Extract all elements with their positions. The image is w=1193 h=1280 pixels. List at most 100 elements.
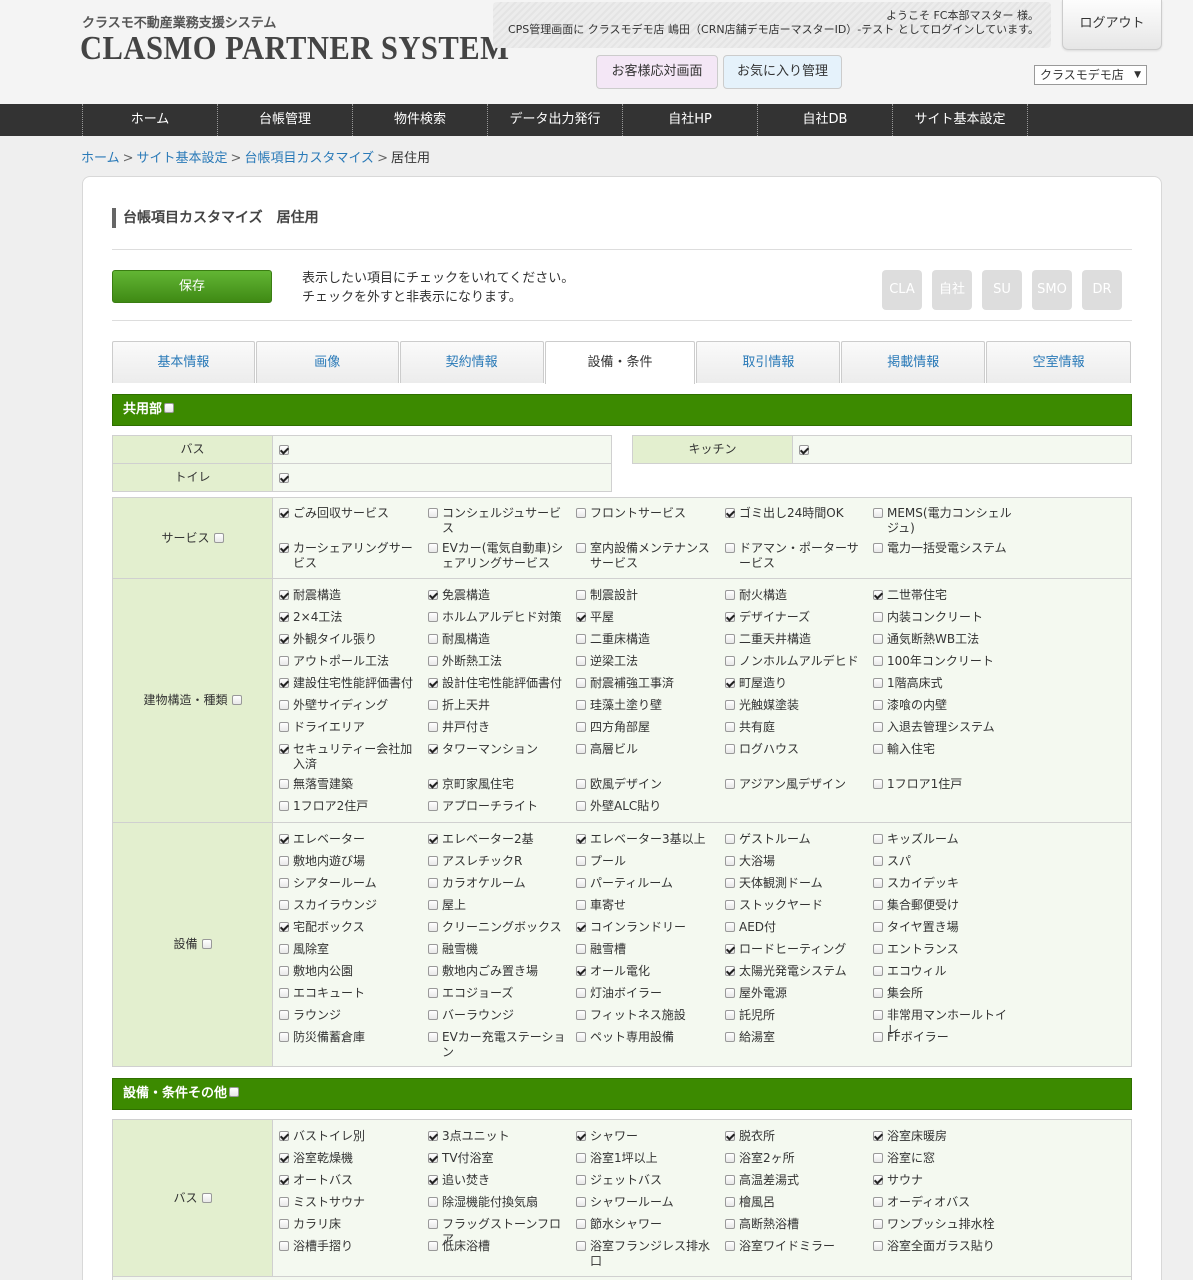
checkbox[interactable] bbox=[428, 1197, 438, 1207]
store-select[interactable]: クラスモデモ店 ▼ bbox=[1034, 65, 1147, 85]
checkbox[interactable] bbox=[725, 988, 735, 998]
checkbox-item[interactable]: エレベーター2基 bbox=[428, 832, 568, 847]
checkbox[interactable] bbox=[725, 744, 735, 754]
checkbox[interactable] bbox=[279, 656, 289, 666]
checkbox[interactable] bbox=[725, 878, 735, 888]
checkbox[interactable] bbox=[725, 634, 735, 644]
checkbox-item[interactable]: 追い焚き bbox=[428, 1173, 568, 1188]
checkbox-item[interactable]: 1階高床式 bbox=[873, 676, 1013, 691]
breadcrumb-link-customize[interactable]: 台帳項目カスタマイズ bbox=[244, 151, 374, 166]
checkbox[interactable] bbox=[873, 1010, 883, 1020]
checkbox[interactable] bbox=[428, 590, 438, 600]
checkbox[interactable] bbox=[873, 678, 883, 688]
checkbox[interactable] bbox=[279, 878, 289, 888]
checkbox[interactable] bbox=[576, 656, 586, 666]
checkbox-item[interactable]: 敷地内遊び場 bbox=[279, 854, 419, 869]
checkbox[interactable] bbox=[213, 532, 224, 543]
checkbox-item[interactable]: 耐火構造 bbox=[725, 588, 865, 603]
checkbox-item[interactable]: 1フロア1住戸 bbox=[873, 777, 1013, 792]
checkbox[interactable] bbox=[725, 612, 735, 622]
checkbox-item[interactable]: 無落雪建築 bbox=[279, 777, 419, 792]
checkbox-item[interactable]: 入退去管理システム bbox=[873, 720, 1013, 735]
checkbox[interactable] bbox=[576, 634, 586, 644]
checkbox[interactable] bbox=[576, 1219, 586, 1229]
checkbox[interactable] bbox=[428, 1175, 438, 1185]
logo[interactable]: CLASMO PARTNER SYSTEM bbox=[80, 30, 509, 68]
checkbox[interactable] bbox=[873, 1032, 883, 1042]
checkbox-item[interactable]: 町屋造り bbox=[725, 676, 865, 691]
checkbox[interactable] bbox=[725, 678, 735, 688]
checkbox[interactable] bbox=[428, 856, 438, 866]
checkbox-item[interactable]: カラオケルーム bbox=[428, 876, 568, 891]
checkbox-item[interactable]: 四方角部屋 bbox=[576, 720, 716, 735]
checkbox-item[interactable]: 100年コンクリート bbox=[873, 654, 1013, 669]
checkbox[interactable] bbox=[279, 744, 289, 754]
checkbox-item[interactable]: ノンホルムアルデヒド bbox=[725, 654, 865, 669]
site-toggle-button[interactable]: DR bbox=[1082, 270, 1122, 310]
logout-button[interactable]: ログアウト bbox=[1062, 0, 1162, 50]
checkbox-item[interactable]: 高層ビル bbox=[576, 742, 716, 757]
checkbox[interactable] bbox=[873, 856, 883, 866]
checkbox-item[interactable]: 1フロア2住戸 bbox=[279, 799, 419, 814]
checkbox-item[interactable]: ゴミ出し24時間OK bbox=[725, 506, 865, 521]
checkbox-item[interactable]: ドアマン・ポーターサービス bbox=[725, 541, 865, 571]
checkbox[interactable] bbox=[279, 834, 289, 844]
checkbox[interactable] bbox=[576, 922, 586, 932]
checkbox[interactable] bbox=[576, 700, 586, 710]
checkbox[interactable] bbox=[725, 1153, 735, 1163]
checkbox[interactable] bbox=[279, 922, 289, 932]
checkbox[interactable] bbox=[873, 966, 883, 976]
checkbox-item[interactable]: 漆喰の内壁 bbox=[873, 698, 1013, 713]
checkbox[interactable] bbox=[576, 944, 586, 954]
checkbox[interactable] bbox=[725, 543, 735, 553]
checkbox-item[interactable]: ペット専用設備 bbox=[576, 1030, 716, 1045]
checkbox[interactable] bbox=[873, 508, 883, 518]
checkbox[interactable] bbox=[799, 444, 809, 455]
checkbox[interactable] bbox=[279, 473, 289, 483]
checkbox[interactable] bbox=[279, 900, 289, 910]
checkbox-item[interactable]: 珪藻土塗り壁 bbox=[576, 698, 716, 713]
checkbox[interactable] bbox=[428, 988, 438, 998]
checkbox[interactable] bbox=[873, 700, 883, 710]
tab[interactable]: 契約情報 bbox=[399, 341, 544, 383]
checkbox[interactable] bbox=[725, 1241, 735, 1251]
checkbox[interactable] bbox=[279, 590, 289, 600]
checkbox[interactable] bbox=[576, 1197, 586, 1207]
checkbox[interactable] bbox=[428, 543, 438, 553]
checkbox-item[interactable]: MEMS(電力コンシェルジュ) bbox=[873, 506, 1013, 536]
checkbox-item[interactable]: バストイレ別 bbox=[279, 1129, 419, 1144]
checkbox-item[interactable]: ラウンジ bbox=[279, 1008, 419, 1023]
checkbox[interactable] bbox=[428, 878, 438, 888]
checkbox-item[interactable]: タワーマンション bbox=[428, 742, 568, 757]
checkbox[interactable] bbox=[725, 1197, 735, 1207]
checkbox-item[interactable]: 屋上 bbox=[428, 898, 568, 913]
checkbox-item[interactable]: ロードヒーティング bbox=[725, 942, 865, 957]
checkbox[interactable] bbox=[873, 543, 883, 553]
checkbox-item[interactable]: 節水シャワー bbox=[576, 1217, 716, 1232]
checkbox-item[interactable]: ログハウス bbox=[725, 742, 865, 757]
checkbox[interactable] bbox=[576, 744, 586, 754]
tab[interactable]: 画像 bbox=[255, 341, 399, 383]
checkbox[interactable] bbox=[576, 678, 586, 688]
checkbox-item[interactable]: サウナ bbox=[873, 1173, 1013, 1188]
checkbox-item[interactable]: タイヤ置き場 bbox=[873, 920, 1013, 935]
checkbox[interactable] bbox=[873, 900, 883, 910]
checkbox[interactable] bbox=[279, 856, 289, 866]
checkbox[interactable] bbox=[725, 900, 735, 910]
checkbox[interactable] bbox=[279, 508, 289, 518]
nav-item[interactable]: ホーム bbox=[83, 104, 218, 136]
checkbox-item[interactable]: 敷地内公園 bbox=[279, 964, 419, 979]
checkbox[interactable] bbox=[428, 944, 438, 954]
checkbox-item[interactable]: 建設住宅性能評価書付 bbox=[279, 676, 419, 691]
nav-item[interactable]: 台帳管理 bbox=[218, 104, 353, 136]
checkbox[interactable] bbox=[576, 722, 586, 732]
tab[interactable]: 設備・条件 bbox=[544, 341, 696, 384]
checkbox-item[interactable]: 3点ユニット bbox=[428, 1129, 568, 1144]
site-toggle-button[interactable]: CLA bbox=[882, 270, 922, 310]
checkbox-item[interactable]: ミストサウナ bbox=[279, 1195, 419, 1210]
checkbox-item[interactable]: フィットネス施設 bbox=[576, 1008, 716, 1023]
checkbox[interactable] bbox=[279, 700, 289, 710]
checkbox[interactable] bbox=[576, 1010, 586, 1020]
checkbox[interactable] bbox=[576, 856, 586, 866]
checkbox-item[interactable]: ホルムアルデヒド対策 bbox=[428, 610, 568, 625]
